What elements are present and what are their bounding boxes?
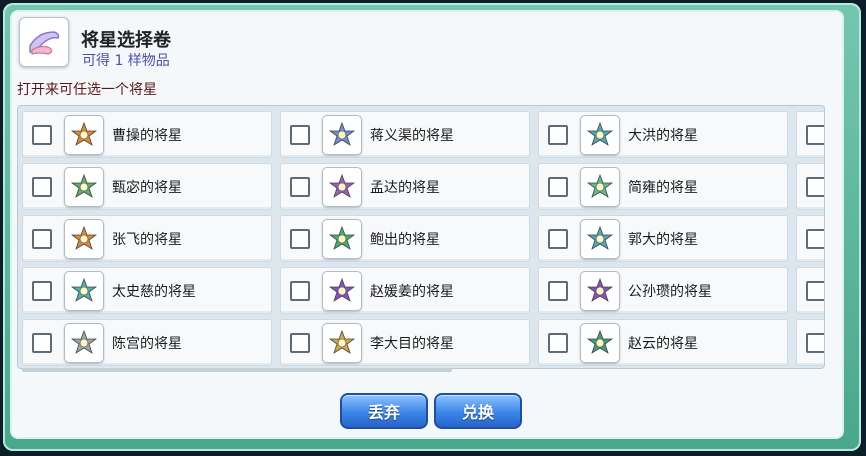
teal-star-icon: [64, 271, 104, 311]
option-label: 赵媛姜的将星: [370, 284, 454, 300]
option-checkbox[interactable]: [32, 125, 52, 145]
star-option-partial[interactable]: [796, 319, 824, 366]
horizontal-scrollbar[interactable]: [22, 368, 452, 372]
option-label: 赵云的将星: [628, 336, 698, 352]
green-orb-star-icon: [322, 219, 362, 259]
purple-star-icon: [580, 271, 620, 311]
option-checkbox[interactable]: [548, 125, 568, 145]
star-option[interactable]: 太史慈的将星: [22, 267, 272, 314]
orange-sun-star-icon: [64, 219, 104, 259]
option-checkbox[interactable]: [806, 125, 824, 145]
option-checkbox[interactable]: [806, 281, 824, 301]
star-option[interactable]: 张飞的将星: [22, 215, 272, 262]
option-label: 李大目的将星: [370, 336, 454, 352]
star-option[interactable]: 孟达的将星: [280, 163, 530, 210]
purple-star-icon: [322, 271, 362, 311]
star-option[interactable]: 蒋义渠的将星: [280, 111, 530, 158]
discard-button[interactable]: 丢弃: [340, 393, 428, 429]
dialog-title: 将星选择卷: [81, 30, 171, 51]
green-leaf-star-icon: [580, 167, 620, 207]
option-label: 大洪的将星: [628, 128, 698, 144]
green-cross-star-icon: [64, 167, 104, 207]
option-checkbox[interactable]: [290, 229, 310, 249]
star-option[interactable]: 郭大的将星: [538, 215, 788, 262]
star-option-list[interactable]: 曹操的将星 蒋义渠的将星 大洪的将星甄宓的将星 孟达的将星 简雍的将星张飞的将星 鲍出的将…: [17, 105, 825, 369]
option-checkbox[interactable]: [548, 177, 568, 197]
option-label: 蒋义渠的将星: [370, 128, 454, 144]
star-option[interactable]: 陈宫的将星: [22, 319, 272, 366]
option-label: 甄宓的将星: [112, 180, 182, 196]
option-checkbox[interactable]: [32, 177, 52, 197]
star-option[interactable]: 赵媛姜的将星: [280, 267, 530, 314]
star-option-partial[interactable]: [796, 163, 824, 210]
star-option[interactable]: 公孙瓒的将星: [538, 267, 788, 314]
star-option[interactable]: 李大目的将星: [280, 319, 530, 366]
teal-knot-star-icon: [580, 115, 620, 155]
option-checkbox[interactable]: [806, 333, 824, 353]
option-checkbox[interactable]: [32, 333, 52, 353]
star-option-partial[interactable]: [796, 215, 824, 262]
option-label: 陈宫的将星: [112, 336, 182, 352]
star-option[interactable]: 曹操的将星: [22, 111, 272, 158]
option-checkbox[interactable]: [290, 125, 310, 145]
option-label: 曹操的将星: [112, 128, 182, 144]
silver-ring-star-icon: [64, 323, 104, 363]
star-option[interactable]: 大洪的将星: [538, 111, 788, 158]
star-option-partial[interactable]: [796, 267, 824, 314]
option-checkbox[interactable]: [806, 177, 824, 197]
scroll-item-icon: [19, 17, 69, 67]
star-option[interactable]: 鲍出的将星: [280, 215, 530, 262]
dialog-subtitle: 可得 1 样物品: [82, 53, 170, 69]
option-label: 张飞的将星: [112, 232, 182, 248]
purple-swirl-star-icon: [322, 167, 362, 207]
option-checkbox[interactable]: [548, 229, 568, 249]
star-option[interactable]: 甄宓的将星: [22, 163, 272, 210]
option-label: 公孙瓒的将星: [628, 284, 712, 300]
star-option[interactable]: 简雍的将星: [538, 163, 788, 210]
option-checkbox[interactable]: [32, 229, 52, 249]
option-label: 太史慈的将星: [112, 284, 196, 300]
option-label: 郭大的将星: [628, 232, 698, 248]
option-checkbox[interactable]: [290, 281, 310, 301]
star-option-partial[interactable]: [796, 111, 824, 158]
option-checkbox[interactable]: [806, 229, 824, 249]
exchange-button[interactable]: 兑换: [434, 393, 522, 429]
orange-sun-star-icon: [64, 115, 104, 155]
blue-cross-star-icon: [322, 115, 362, 155]
selection-prompt: 打开来可任选一个将星: [17, 82, 157, 98]
option-checkbox[interactable]: [290, 333, 310, 353]
option-label: 简雍的将星: [628, 180, 698, 196]
star-option[interactable]: 赵云的将星: [538, 319, 788, 366]
green-diamond-star-icon: [580, 323, 620, 363]
gold-orb-star-icon: [322, 323, 362, 363]
option-checkbox[interactable]: [290, 177, 310, 197]
option-checkbox[interactable]: [32, 281, 52, 301]
option-label: 孟达的将星: [370, 180, 440, 196]
option-checkbox[interactable]: [548, 281, 568, 301]
option-checkbox[interactable]: [548, 333, 568, 353]
option-label: 鲍出的将星: [370, 232, 440, 248]
teal-knot-star-icon: [580, 219, 620, 259]
